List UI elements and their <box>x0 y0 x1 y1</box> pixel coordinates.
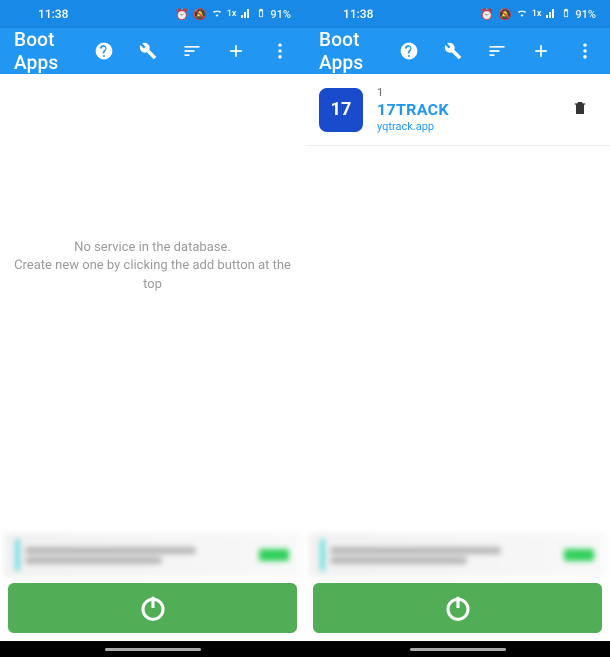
battery-pct: 91% <box>575 8 596 21</box>
screen-empty: 11:38 ⏰ 🔕 1x 91% Boot Apps <box>0 0 305 657</box>
content-list: 17 1 17TRACK yqtrack.app <box>305 74 610 531</box>
status-bar: 11:38 ⏰ 🔕 1x 91% <box>0 0 305 28</box>
dnd-icon: 🔕 <box>498 8 512 21</box>
service-row[interactable]: 17 1 17TRACK yqtrack.app <box>305 74 610 146</box>
app-bar: Boot Apps <box>0 28 305 74</box>
wifi-icon <box>211 7 223 22</box>
signal-icon <box>545 7 557 22</box>
dnd-icon: 🔕 <box>193 8 207 21</box>
ad-banner[interactable] <box>4 533 301 577</box>
screen-list: 11:38 ⏰ 🔕 1x 91% Boot Apps <box>305 0 610 657</box>
service-name: 17TRACK <box>377 100 558 119</box>
nw-icon: 1x <box>532 9 542 19</box>
status-time: 11:38 <box>319 7 480 21</box>
power-icon <box>138 593 168 623</box>
empty-state: No service in the database. Create new o… <box>0 74 305 495</box>
overflow-icon[interactable] <box>574 40 596 62</box>
battery-pct: 91% <box>270 8 291 21</box>
nav-bar <box>305 641 610 657</box>
status-icons: ⏰ 🔕 1x 91% <box>175 6 291 23</box>
app-title: Boot Apps <box>319 28 398 74</box>
power-icon <box>443 593 473 623</box>
ad-banner[interactable] <box>309 533 606 577</box>
app-bar-actions <box>93 40 295 62</box>
delete-button[interactable] <box>572 100 596 120</box>
nav-handle[interactable] <box>105 648 201 651</box>
wrench-icon[interactable] <box>137 40 159 62</box>
boot-button[interactable] <box>8 583 297 633</box>
alarm-icon: ⏰ <box>175 8 189 21</box>
battery-icon <box>256 6 266 23</box>
sort-icon[interactable] <box>181 40 203 62</box>
nav-handle[interactable] <box>410 648 506 651</box>
nav-bar <box>0 641 305 657</box>
overflow-icon[interactable] <box>269 40 291 62</box>
service-package: yqtrack.app <box>377 120 558 133</box>
sort-icon[interactable] <box>486 40 508 62</box>
status-bar: 11:38 ⏰ 🔕 1x 91% <box>305 0 610 28</box>
app-bar: Boot Apps <box>305 28 610 74</box>
help-icon[interactable] <box>93 40 115 62</box>
wifi-icon <box>516 7 528 22</box>
battery-icon <box>561 6 571 23</box>
add-icon[interactable] <box>225 40 247 62</box>
help-icon[interactable] <box>398 40 420 62</box>
boot-button[interactable] <box>313 583 602 633</box>
app-bar-actions <box>398 40 600 62</box>
app-icon-17track: 17 <box>319 88 363 132</box>
app-icon-text: 17 <box>331 99 352 120</box>
empty-sub: Create new one by clicking the add butto… <box>10 257 295 293</box>
wrench-icon[interactable] <box>442 40 464 62</box>
empty-title: No service in the database. <box>74 239 231 257</box>
content-empty: No service in the database. Create new o… <box>0 74 305 531</box>
app-title: Boot Apps <box>14 28 93 74</box>
status-icons: ⏰ 🔕 1x 91% <box>480 6 596 23</box>
alarm-icon: ⏰ <box>480 8 494 21</box>
nw-icon: 1x <box>227 9 237 19</box>
service-index: 1 <box>377 86 558 99</box>
trash-icon <box>572 100 588 116</box>
status-time: 11:38 <box>14 7 175 21</box>
service-info: 1 17TRACK yqtrack.app <box>377 86 558 133</box>
add-icon[interactable] <box>530 40 552 62</box>
signal-icon <box>240 7 252 22</box>
